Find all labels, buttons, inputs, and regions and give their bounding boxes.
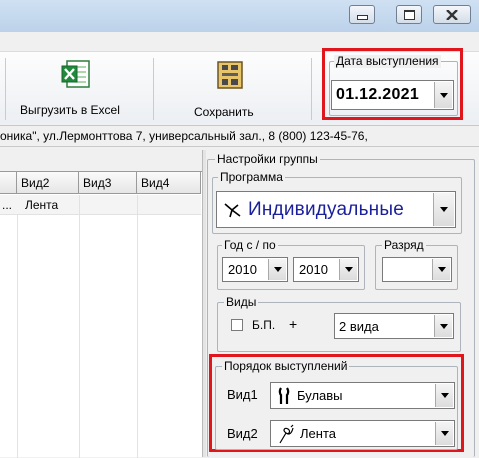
rank-legend: Разряд — [382, 238, 426, 252]
kind2-value: Лента — [300, 426, 336, 441]
save-label: Сохранить — [194, 105, 254, 119]
data-grid[interactable]: Вид2 Вид3 Вид4 ... Лента — [0, 171, 202, 458]
close-icon — [446, 9, 458, 20]
kind1-select[interactable]: Булавы — [270, 382, 455, 409]
plus-sign: + — [289, 316, 298, 332]
chevron-down-icon[interactable] — [434, 315, 452, 337]
minimize-icon — [356, 15, 368, 20]
save-button[interactable]: Сохранить — [162, 54, 302, 120]
splitter[interactable] — [202, 150, 206, 457]
address-bar: оника", ул.Лермонттова 7, универсальный … — [0, 125, 479, 147]
bp-checkbox[interactable] — [231, 319, 243, 331]
kinds-legend: Виды — [224, 295, 259, 309]
excel-icon — [61, 60, 90, 88]
year-to-value: 2010 — [299, 262, 328, 277]
chevron-down-icon[interactable] — [435, 384, 453, 407]
export-excel-button[interactable]: Выгрузить в Excel — [8, 54, 151, 120]
order-legend: Порядок выступлений — [222, 359, 350, 373]
kind1-label: Вид1 — [227, 387, 258, 402]
minimize-button[interactable] — [349, 5, 375, 24]
toolbar-separator — [311, 58, 312, 120]
year-to-select[interactable]: 2010 — [293, 257, 359, 282]
program-value: Индивидуальные — [248, 198, 404, 220]
kind2-select[interactable]: Лента — [270, 420, 455, 447]
kinds-count-value: 2 вида — [339, 318, 379, 334]
bp-label: Б.П. — [252, 318, 276, 332]
chevron-down-icon[interactable] — [434, 82, 452, 108]
grid-line — [137, 195, 138, 458]
gymnast-icon — [224, 202, 241, 217]
program-legend: Программа — [218, 170, 285, 184]
grid-line — [17, 215, 18, 458]
kinds-count-select[interactable]: 2 вида — [334, 313, 454, 339]
chevron-down-icon[interactable] — [339, 259, 357, 280]
toolbar-separator — [5, 58, 6, 120]
clubs-icon — [278, 386, 290, 404]
chevron-down-icon[interactable] — [435, 422, 453, 445]
kind1-value: Булавы — [297, 388, 343, 403]
program-select[interactable]: Индивидуальные — [216, 191, 456, 228]
year-from-value: 2010 — [228, 262, 257, 277]
export-excel-label: Выгрузить в Excel — [20, 103, 120, 117]
rank-select[interactable] — [382, 257, 452, 282]
grid-header-vid2[interactable]: Вид2 — [17, 172, 79, 194]
maximize-button[interactable] — [396, 5, 422, 24]
table-row[interactable]: ... Лента — [0, 195, 201, 215]
toolbar-separator — [153, 58, 154, 120]
performance-date-picker[interactable]: 01.12.2021 — [331, 80, 454, 110]
close-button[interactable] — [433, 5, 471, 24]
chevron-down-icon[interactable] — [433, 193, 454, 226]
grid-header-vid3[interactable]: Вид3 — [79, 172, 137, 194]
chevron-down-icon[interactable] — [432, 259, 450, 280]
save-icon — [217, 61, 243, 89]
performance-date-legend: Дата выступления — [334, 54, 441, 68]
address-text: оника", ул.Лермонттова 7, универсальный … — [0, 129, 368, 143]
ribbon-icon — [279, 424, 294, 443]
group-settings-legend: Настройки группы — [215, 152, 320, 166]
grid-line — [79, 195, 80, 458]
kind2-label: Вид2 — [227, 426, 258, 441]
year-legend: Год с / по — [222, 238, 278, 252]
chevron-down-icon[interactable] — [268, 259, 286, 280]
performance-date-value: 01.12.2021 — [336, 86, 420, 103]
maximize-icon — [403, 9, 415, 20]
grid-header-cell[interactable] — [0, 172, 17, 194]
year-from-select[interactable]: 2010 — [222, 257, 288, 282]
grid-header-vid4[interactable]: Вид4 — [137, 172, 201, 194]
